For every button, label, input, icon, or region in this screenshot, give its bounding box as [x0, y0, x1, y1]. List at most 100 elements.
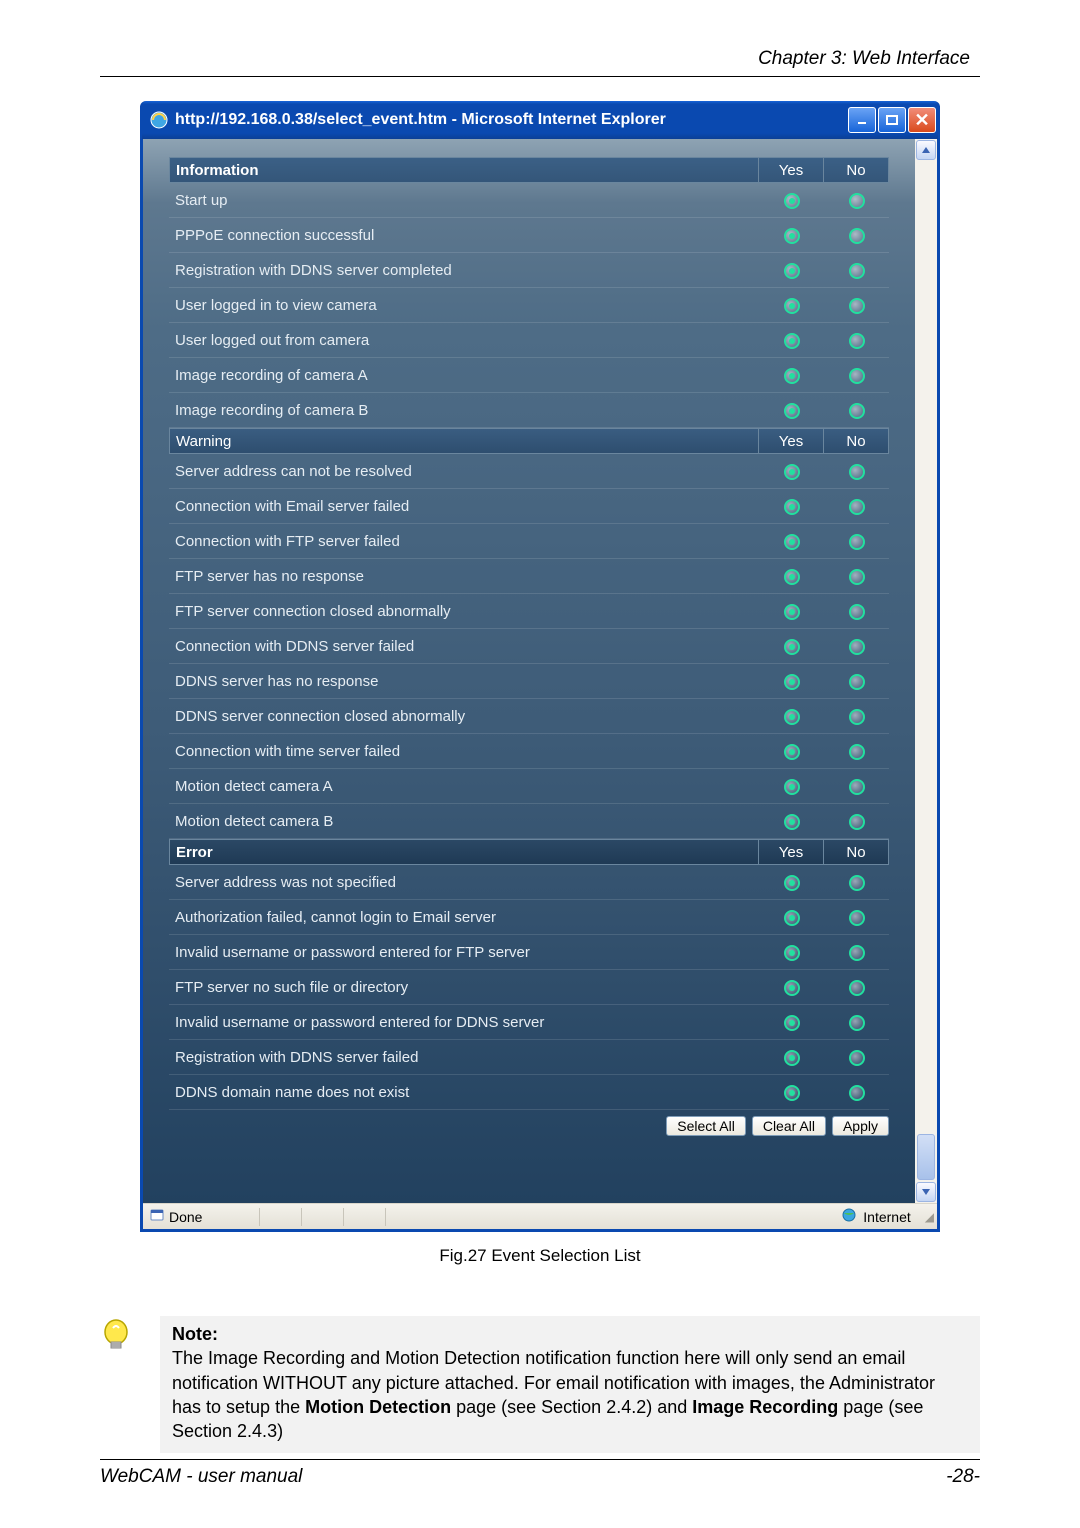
event-label: Image recording of camera A [169, 367, 759, 384]
event-row: DDNS server connection closed abnormally [169, 699, 889, 734]
radio-yes[interactable] [784, 228, 800, 244]
radio-no[interactable] [849, 298, 865, 314]
radio-yes[interactable] [784, 1085, 800, 1101]
event-label: Connection with DDNS server failed [169, 638, 759, 655]
radio-no[interactable] [849, 534, 865, 550]
section-label: Warning [170, 433, 758, 450]
note-title: Note: [172, 1324, 218, 1344]
footer-left: WebCAM - user manual [100, 1466, 302, 1488]
radio-no[interactable] [849, 779, 865, 795]
figure-caption: Fig.27 Event Selection List [100, 1246, 980, 1266]
radio-no[interactable] [849, 814, 865, 830]
radio-yes[interactable] [784, 534, 800, 550]
event-label: User logged out from camera [169, 332, 759, 349]
radio-no[interactable] [849, 1015, 865, 1031]
event-label: Registration with DDNS server failed [169, 1049, 759, 1066]
radio-yes[interactable] [784, 193, 800, 209]
event-label: Connection with time server failed [169, 743, 759, 760]
scroll-up-icon[interactable] [916, 140, 936, 160]
radio-yes[interactable] [784, 333, 800, 349]
radio-yes[interactable] [784, 1050, 800, 1066]
apply-button[interactable]: Apply [832, 1116, 889, 1136]
radio-no[interactable] [849, 604, 865, 620]
radio-no[interactable] [849, 499, 865, 515]
radio-no[interactable] [849, 403, 865, 419]
status-text: Done [169, 1209, 202, 1225]
radio-yes[interactable] [784, 945, 800, 961]
event-row: Server address can not be resolved [169, 454, 889, 489]
radio-yes[interactable] [784, 875, 800, 891]
select-all-button[interactable]: Select All [666, 1116, 746, 1136]
radio-no[interactable] [849, 910, 865, 926]
event-label: Server address can not be resolved [169, 463, 759, 480]
clear-all-button[interactable]: Clear All [752, 1116, 826, 1136]
radio-yes[interactable] [784, 499, 800, 515]
radio-no[interactable] [849, 368, 865, 384]
radio-no[interactable] [849, 228, 865, 244]
page-footer: WebCAM - user manual -28- [100, 1459, 980, 1488]
radio-no[interactable] [849, 263, 865, 279]
radio-no[interactable] [849, 744, 865, 760]
maximize-button[interactable] [878, 107, 906, 133]
radio-no[interactable] [849, 980, 865, 996]
radio-yes[interactable] [784, 709, 800, 725]
event-label: DDNS server has no response [169, 673, 759, 690]
radio-no[interactable] [849, 193, 865, 209]
radio-no[interactable] [849, 464, 865, 480]
event-label: FTP server no such file or directory [169, 979, 759, 996]
event-row: DDNS domain name does not exist [169, 1075, 889, 1110]
event-row: Connection with time server failed [169, 734, 889, 769]
note-bold-1: Motion Detection [305, 1397, 451, 1417]
event-row: Registration with DDNS server completed [169, 253, 889, 288]
event-label: Motion detect camera B [169, 813, 759, 830]
resize-grip-icon[interactable]: ◢ [925, 1210, 931, 1224]
radio-no[interactable] [849, 875, 865, 891]
event-row: Motion detect camera A [169, 769, 889, 804]
event-row: Motion detect camera B [169, 804, 889, 839]
radio-yes[interactable] [784, 639, 800, 655]
minimize-button[interactable] [848, 107, 876, 133]
event-label: Motion detect camera A [169, 778, 759, 795]
radio-yes[interactable] [784, 403, 800, 419]
chapter-header: Chapter 3: Web Interface [100, 48, 980, 77]
vertical-scrollbar[interactable] [915, 139, 937, 1203]
radio-yes[interactable] [784, 779, 800, 795]
event-label: Registration with DDNS server completed [169, 262, 759, 279]
radio-no[interactable] [849, 674, 865, 690]
window-title: http://192.168.0.38/select_event.htm - M… [175, 111, 666, 129]
radio-no[interactable] [849, 333, 865, 349]
radio-yes[interactable] [784, 368, 800, 384]
radio-no[interactable] [849, 569, 865, 585]
note-body: Note: The Image Recording and Motion Det… [160, 1316, 980, 1453]
radio-no[interactable] [849, 945, 865, 961]
col-no: No [823, 158, 888, 182]
ie-icon [150, 111, 168, 129]
event-label: FTP server connection closed abnormally [169, 603, 759, 620]
radio-yes[interactable] [784, 464, 800, 480]
radio-yes[interactable] [784, 674, 800, 690]
note-bold-2: Image Recording [692, 1397, 838, 1417]
radio-yes[interactable] [784, 814, 800, 830]
radio-yes[interactable] [784, 1015, 800, 1031]
scroll-down-icon[interactable] [916, 1182, 936, 1202]
close-button[interactable]: ✕ [908, 107, 936, 133]
radio-yes[interactable] [784, 569, 800, 585]
scroll-thumb[interactable] [917, 1134, 935, 1180]
section-header-error: Error Yes No [169, 839, 889, 865]
event-row: DDNS server has no response [169, 664, 889, 699]
event-label: Image recording of camera B [169, 402, 759, 419]
event-row: Image recording of camera A [169, 358, 889, 393]
event-row: FTP server has no response [169, 559, 889, 594]
radio-yes[interactable] [784, 980, 800, 996]
radio-yes[interactable] [784, 298, 800, 314]
radio-no[interactable] [849, 1085, 865, 1101]
status-bar: Done Internet ◢ [143, 1203, 937, 1229]
note-text-2: page (see Section 2.4.2) and [451, 1397, 692, 1417]
radio-no[interactable] [849, 639, 865, 655]
radio-yes[interactable] [784, 744, 800, 760]
radio-yes[interactable] [784, 604, 800, 620]
radio-yes[interactable] [784, 263, 800, 279]
radio-no[interactable] [849, 1050, 865, 1066]
radio-yes[interactable] [784, 910, 800, 926]
radio-no[interactable] [849, 709, 865, 725]
